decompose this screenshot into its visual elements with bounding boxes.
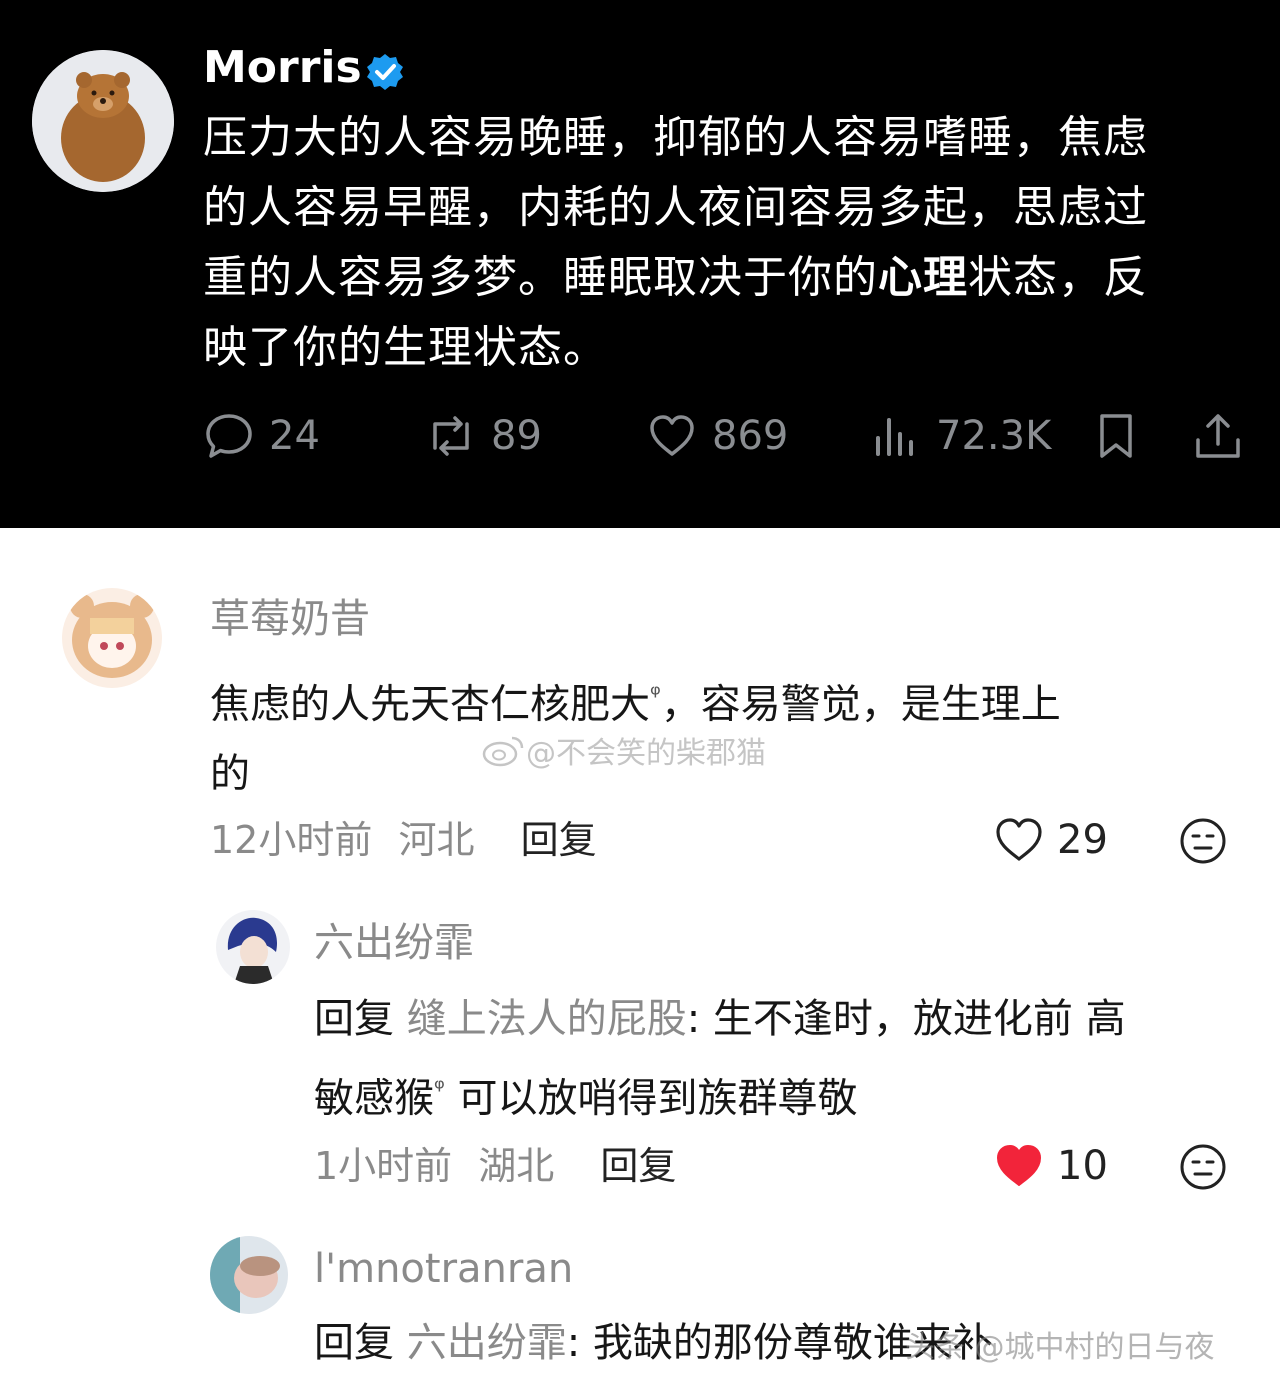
search-link-icon[interactable]: ᵠ — [434, 1074, 445, 1104]
comment-meta: 1小时前 湖北 回复 — [314, 1140, 676, 1192]
comment-text-segment: : 生不逢时，放进化前 高 — [686, 996, 1126, 1042]
watermark-text: @不会笑的柴郡猫 — [526, 736, 766, 771]
share-button[interactable] — [1192, 408, 1258, 464]
bookmark-icon — [1100, 414, 1132, 458]
comment-icon — [206, 414, 252, 458]
view-count: 72.3K — [936, 413, 1052, 459]
post-text-segment: 状态，反 — [968, 252, 1148, 303]
like-button[interactable]: 869 — [646, 408, 788, 464]
bookmark-button[interactable] — [1090, 408, 1156, 464]
comment-meta: 12小时前 河北 回复 — [210, 814, 597, 866]
reply-link[interactable]: 回复 — [600, 1144, 676, 1188]
dislike-button[interactable] — [1178, 1142, 1228, 1196]
author-avatar[interactable] — [32, 50, 174, 192]
like-count: 869 — [712, 413, 789, 459]
reply-prefix: 回复 — [314, 1320, 394, 1366]
anime-avatar-image — [216, 910, 290, 984]
post-text-line: 压力大的人容易晚睡，抑郁的人容易嗜睡，焦虑 — [203, 112, 1148, 163]
comment-time: 1小时前 — [314, 1144, 453, 1188]
meh-face-icon — [1180, 1144, 1226, 1190]
comment-text-segment: ，容易警觉，是生理上 — [660, 681, 1061, 728]
bear-avatar-image — [32, 50, 174, 192]
reply-button[interactable]: 24 — [203, 408, 320, 464]
meh-face-icon — [1180, 818, 1226, 864]
comment-like-button[interactable]: 29 — [993, 814, 1108, 866]
commenter-avatar[interactable] — [210, 1236, 288, 1314]
comment-text: 回复 缝上法人的屁股: 生不逢时，放进化前 高 敏感猴ᵠ 可以放哨得到族群尊敬 — [314, 984, 1234, 1133]
comment-text-segment: 可以放哨得到族群尊敬 — [444, 1075, 858, 1122]
comment-text-segment: 敏感猴 — [314, 1075, 434, 1122]
post-text-bold: 心理 — [878, 252, 968, 303]
watermark-center: @不会笑的柴郡猫 — [482, 728, 766, 772]
comment-like-button[interactable]: 10 — [993, 1140, 1108, 1192]
comment-like-count: 10 — [1057, 1143, 1108, 1189]
repost-count: 89 — [491, 413, 542, 459]
reply-link[interactable]: 回复 — [521, 818, 597, 862]
comment-username[interactable]: l'mnotranran — [314, 1242, 573, 1296]
reply-count: 24 — [269, 413, 320, 459]
search-link-icon[interactable]: ᵠ — [650, 680, 661, 710]
comment-location: 湖北 — [478, 1144, 555, 1188]
views-button[interactable]: 72.3K — [870, 408, 1051, 464]
post-text-line: 的人容易早醒，内耗的人夜间容易多起，思虑过 — [203, 182, 1148, 233]
anime-avatar-image — [62, 588, 162, 688]
post-text-line: 重的人容易多梦。睡眠取决于你的心理状态，反 — [203, 243, 1253, 313]
comment-username[interactable]: 六出纷霏 — [314, 916, 474, 970]
post-text-segment: 重的人容易多梦。睡眠取决于你的 — [203, 252, 878, 303]
views-icon — [876, 418, 913, 456]
reply-target-user[interactable]: 六出纷霏 — [407, 1320, 567, 1366]
heart-filled-icon — [997, 1145, 1041, 1186]
post-text: 压力大的人容易晚睡，抑郁的人容易嗜睡，焦虑 的人容易早醒，内耗的人夜间容易多起，… — [203, 103, 1253, 383]
comment-text-line: 回复 缝上法人的屁股: 生不逢时，放进化前 高 — [314, 984, 1234, 1054]
photo-avatar-image — [210, 1236, 288, 1314]
watermark-bottom: 头条 @城中村的日与夜 — [905, 1330, 1215, 1365]
comment-time: 12小时前 — [210, 818, 373, 862]
dislike-button[interactable] — [1178, 816, 1228, 870]
verified-badge-icon — [367, 54, 403, 90]
commenter-avatar[interactable] — [62, 588, 162, 688]
commenter-avatar[interactable] — [216, 910, 290, 984]
weibo-logo-icon — [482, 736, 524, 767]
share-icon — [1196, 414, 1240, 458]
comment-like-count: 29 — [1057, 817, 1108, 863]
reply-target-user[interactable]: 缝上法人的屁股 — [407, 996, 687, 1042]
repost-button[interactable]: 89 — [425, 408, 542, 464]
heart-outline-icon — [996, 818, 1042, 861]
repost-icon — [433, 416, 469, 456]
post-text-line: 映了你的生理状态。 — [203, 322, 608, 373]
heart-icon — [650, 415, 694, 456]
comment-text-line: 敏感猴ᵠ 可以放哨得到族群尊敬 — [314, 1054, 1234, 1133]
reply-prefix: 回复 — [314, 996, 394, 1042]
comment-username[interactable]: 草莓奶昔 — [210, 592, 370, 646]
comment-location: 河北 — [398, 818, 475, 862]
author-name[interactable]: Morris — [203, 40, 362, 96]
comment-text-segment: 焦虑的人先天杏仁核肥大 — [210, 681, 650, 728]
